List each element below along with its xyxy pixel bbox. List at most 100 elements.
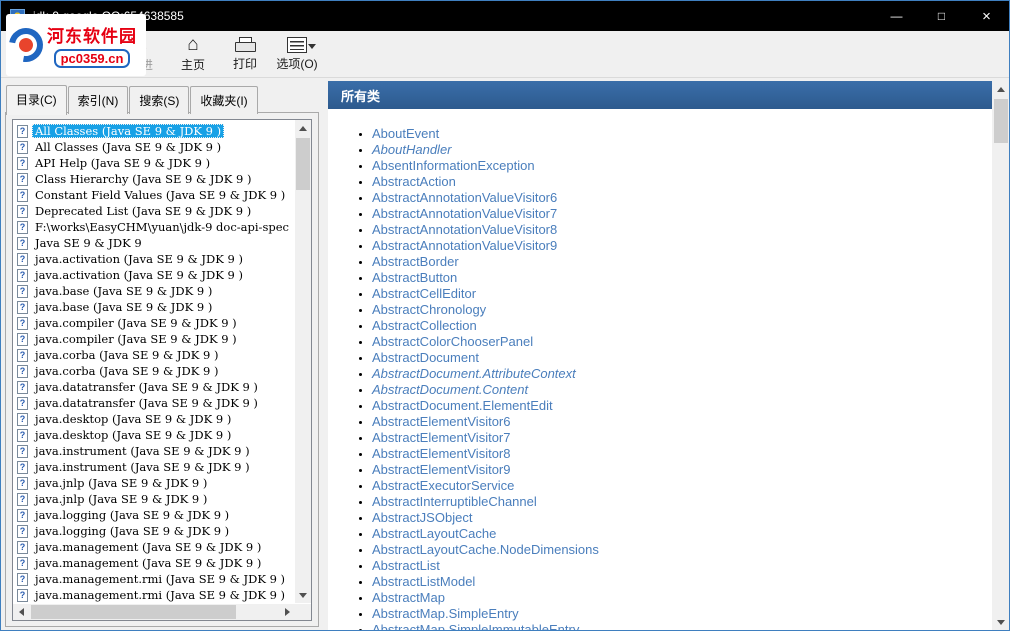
scroll-up-button[interactable] — [295, 120, 311, 136]
class-link[interactable]: AbstractAction — [372, 174, 456, 189]
class-link[interactable]: AboutEvent — [372, 126, 439, 141]
tree-item[interactable]: java.instrument (Java SE 9 & JDK 9 ) — [14, 459, 294, 475]
class-list-item: AbstractAnnotationValueVisitor7 — [372, 206, 992, 222]
toolbar-button[interactable]: 选项(O) — [271, 32, 323, 76]
class-link[interactable]: AbstractExecutorService — [372, 478, 514, 493]
tree-item[interactable]: Class Hierarchy (Java SE 9 & JDK 9 ) — [14, 171, 294, 187]
tree-item[interactable]: java.base (Java SE 9 & JDK 9 ) — [14, 283, 294, 299]
tree-item[interactable]: java.datatransfer (Java SE 9 & JDK 9 ) — [14, 379, 294, 395]
tree-item[interactable]: java.compiler (Java SE 9 & JDK 9 ) — [14, 331, 294, 347]
tree-item[interactable]: Deprecated List (Java SE 9 & JDK 9 ) — [14, 203, 294, 219]
scroll-up-button[interactable] — [993, 81, 1009, 97]
toolbar-button[interactable]: 主页 — [167, 32, 219, 76]
toolbar-button-label: 打印 — [233, 55, 257, 72]
scroll-down-button[interactable] — [993, 614, 1009, 630]
class-link[interactable]: AbstractButton — [372, 270, 457, 285]
class-link[interactable]: AbstractAnnotationValueVisitor9 — [372, 238, 557, 253]
class-link[interactable]: AbstractLayoutCache.NodeDimensions — [372, 542, 599, 557]
scrollbar-thumb[interactable] — [994, 99, 1008, 143]
scrollbar-thumb[interactable] — [31, 605, 236, 619]
tree-item-label: java.management.rmi (Java SE 9 & JDK 9 ) — [32, 588, 288, 602]
tree-item[interactable]: java.datatransfer (Java SE 9 & JDK 9 ) — [14, 395, 294, 411]
help-topic-icon — [17, 221, 28, 234]
tree-item[interactable]: java.corba (Java SE 9 & JDK 9 ) — [14, 363, 294, 379]
class-link[interactable]: AbstractMap.SimpleImmutableEntry — [372, 622, 579, 630]
scroll-left-button[interactable] — [13, 604, 29, 620]
class-link[interactable]: AbstractMap — [372, 590, 445, 605]
content-body: AboutEvent AboutHandler AbsentInformatio… — [328, 109, 992, 630]
tree-item[interactable]: All Classes (Java SE 9 & JDK 9 ) — [14, 123, 294, 139]
class-link[interactable]: AbstractBorder — [372, 254, 459, 269]
tree-item[interactable]: java.management.rmi (Java SE 9 & JDK 9 ) — [14, 571, 294, 587]
class-link[interactable]: AbstractJSObject — [372, 510, 472, 525]
tree-item[interactable]: Java SE 9 & JDK 9 — [14, 235, 294, 251]
tree-item[interactable]: Constant Field Values (Java SE 9 & JDK 9… — [14, 187, 294, 203]
minimize-button[interactable]: — — [874, 1, 919, 31]
tree-item[interactable]: java.compiler (Java SE 9 & JDK 9 ) — [14, 315, 294, 331]
nav-tab[interactable]: 目录(C) — [6, 85, 67, 115]
class-list-item: AbstractColorChooserPanel — [372, 334, 992, 350]
class-link[interactable]: AbstractAnnotationValueVisitor8 — [372, 222, 557, 237]
class-list-item: AboutEvent — [372, 126, 992, 142]
tree-item[interactable]: java.jnlp (Java SE 9 & JDK 9 ) — [14, 475, 294, 491]
class-link[interactable]: AbstractList — [372, 558, 440, 573]
help-topic-icon — [17, 205, 28, 218]
nav-tab[interactable]: 收藏夹(I) — [190, 86, 257, 114]
scroll-right-button[interactable] — [279, 604, 295, 620]
class-link[interactable]: AbstractElementVisitor9 — [372, 462, 511, 477]
content-vertical-scrollbar[interactable] — [993, 81, 1009, 630]
class-link[interactable]: AbstractMap.SimpleEntry — [372, 606, 519, 621]
tree-item[interactable]: java.base (Java SE 9 & JDK 9 ) — [14, 299, 294, 315]
tree-item[interactable]: java.jnlp (Java SE 9 & JDK 9 ) — [14, 491, 294, 507]
window-controls: — □ × — [874, 1, 1009, 31]
class-link[interactable]: AbstractElementVisitor8 — [372, 446, 511, 461]
tree-item[interactable]: java.activation (Java SE 9 & JDK 9 ) — [14, 251, 294, 267]
nav-tab[interactable]: 索引(N) — [68, 86, 129, 114]
tree-item[interactable]: java.management (Java SE 9 & JDK 9 ) — [14, 539, 294, 555]
help-topic-icon — [17, 365, 28, 378]
tree-item[interactable]: java.corba (Java SE 9 & JDK 9 ) — [14, 347, 294, 363]
tree-item[interactable]: java.logging (Java SE 9 & JDK 9 ) — [14, 523, 294, 539]
class-link[interactable]: AbstractCellEditor — [372, 286, 476, 301]
tree-vertical-scrollbar[interactable] — [295, 120, 311, 603]
class-link[interactable]: AbstractAnnotationValueVisitor6 — [372, 190, 557, 205]
class-link[interactable]: AbstractLayoutCache — [372, 526, 496, 541]
class-link[interactable]: AbstractChronology — [372, 302, 486, 317]
scroll-down-button[interactable] — [295, 587, 311, 603]
tree-item[interactable]: All Classes (Java SE 9 & JDK 9 ) — [14, 139, 294, 155]
class-link[interactable]: AbstractDocument.AttributeContext — [372, 366, 576, 381]
class-link[interactable]: AbstractDocument — [372, 350, 479, 365]
nav-tab[interactable]: 搜索(S) — [129, 86, 189, 114]
help-topic-icon — [17, 285, 28, 298]
toolbar-button[interactable]: 打印 — [219, 32, 271, 76]
class-link[interactable]: AbstractInterruptibleChannel — [372, 494, 537, 509]
class-link[interactable]: AbstractElementVisitor7 — [372, 430, 511, 445]
class-link[interactable]: AbstractElementVisitor6 — [372, 414, 511, 429]
class-link[interactable]: AbstractDocument.ElementEdit — [372, 398, 553, 413]
tree-item[interactable]: java.desktop (Java SE 9 & JDK 9 ) — [14, 427, 294, 443]
tree-item[interactable]: java.activation (Java SE 9 & JDK 9 ) — [14, 267, 294, 283]
class-link[interactable]: AbstractListModel — [372, 574, 475, 589]
class-link[interactable]: AbsentInformationException — [372, 158, 535, 173]
tree-item-label: java.corba (Java SE 9 & JDK 9 ) — [32, 364, 221, 378]
close-button[interactable]: × — [964, 1, 1009, 31]
tree-item[interactable]: API Help (Java SE 9 & JDK 9 ) — [14, 155, 294, 171]
class-list-item: AbstractElementVisitor9 — [372, 462, 992, 478]
class-link[interactable]: AboutHandler — [372, 142, 452, 157]
tree-item[interactable]: java.logging (Java SE 9 & JDK 9 ) — [14, 507, 294, 523]
tree-item-label: java.datatransfer (Java SE 9 & JDK 9 ) — [32, 380, 261, 394]
tree-horizontal-scrollbar[interactable] — [13, 604, 295, 620]
tree-item[interactable]: java.desktop (Java SE 9 & JDK 9 ) — [14, 411, 294, 427]
tree-item[interactable]: java.instrument (Java SE 9 & JDK 9 ) — [14, 443, 294, 459]
scrollbar-corner — [295, 604, 311, 620]
class-link[interactable]: AbstractDocument.Content — [372, 382, 528, 397]
tree-item[interactable]: java.management (Java SE 9 & JDK 9 ) — [14, 555, 294, 571]
class-link[interactable]: AbstractCollection — [372, 318, 477, 333]
class-link[interactable]: AbstractAnnotationValueVisitor7 — [372, 206, 557, 221]
maximize-button[interactable]: □ — [919, 1, 964, 31]
tree-item[interactable]: java.management.rmi (Java SE 9 & JDK 9 ) — [14, 587, 294, 603]
help-topic-icon — [17, 493, 28, 506]
tree-item[interactable]: F:\works\EasyCHM\yuan\jdk-9 doc-api-spec — [14, 219, 294, 235]
scrollbar-thumb[interactable] — [296, 138, 310, 190]
class-link[interactable]: AbstractColorChooserPanel — [372, 334, 533, 349]
